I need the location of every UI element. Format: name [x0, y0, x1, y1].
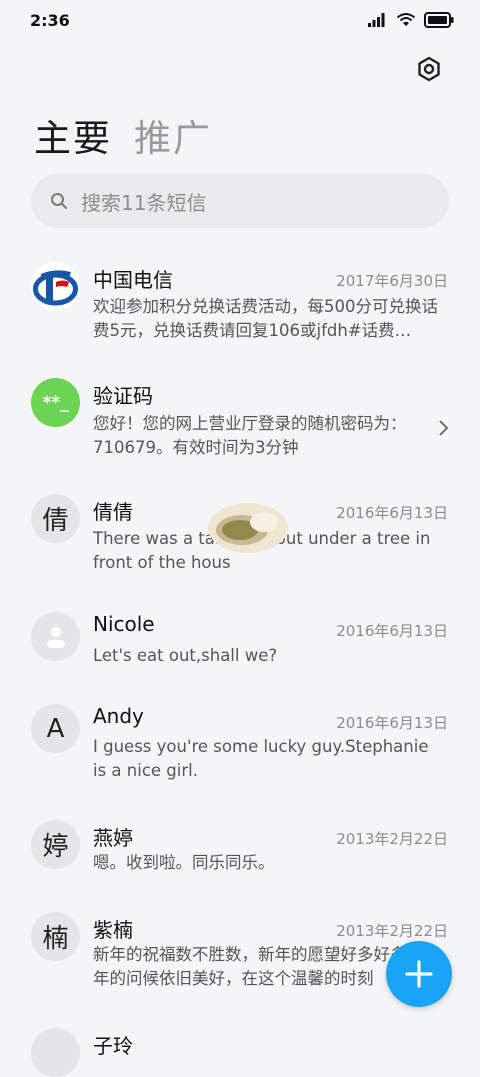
avatar-code-text: **_	[42, 392, 69, 413]
contact-name: 倩倩	[93, 500, 133, 524]
contact-name: 子玲	[93, 1034, 133, 1058]
search-input[interactable]: 搜索11条短信	[31, 174, 449, 228]
avatar-initial: A	[46, 713, 65, 744]
message-date: 2013年2月22日	[336, 830, 448, 848]
status-bar: 2:36	[0, 0, 480, 42]
avatar	[31, 1028, 80, 1077]
compose-button[interactable]	[386, 941, 452, 1007]
plus-icon	[405, 960, 433, 988]
tab-bar: 主要 推广	[34, 108, 212, 162]
conversation-item[interactable]: 婷 燕婷 2013年2月22日 嗯。收到啦。同乐同乐。	[0, 806, 480, 898]
contact-name: 验证码	[93, 384, 153, 408]
message-preview: I guess you're some lucky guy.Stephanie …	[93, 737, 429, 780]
conversation-list: 中国电信 2017年6月30日 欢迎参加积分兑换话费活动，每500分可兑换话费5…	[0, 248, 480, 1077]
pistachio-image	[208, 503, 288, 553]
message-date: 2016年6月13日	[336, 504, 448, 522]
avatar: 楠	[31, 912, 80, 961]
message-date: 2016年6月13日	[336, 622, 448, 640]
search-icon	[51, 193, 67, 209]
avatar: A	[31, 704, 80, 753]
message-preview: Let's eat out,shall we?	[93, 646, 278, 665]
avatar-initial: 婷	[42, 832, 69, 862]
tab-primary[interactable]: 主要	[34, 108, 112, 162]
avatar: 婷	[31, 820, 80, 869]
chevron-right-icon[interactable]	[436, 419, 450, 437]
contact-name: 紫楠	[93, 918, 133, 942]
status-time: 2:36	[30, 11, 70, 30]
battery-icon	[424, 12, 454, 28]
message-preview: 欢迎参加积分兑换话费活动，每500分可兑换话费5元，兑换话费请回复106或jfd…	[93, 297, 438, 340]
contact-name: Nicole	[93, 612, 155, 636]
conversation-item[interactable]: 子玲	[0, 1014, 480, 1077]
message-date: 2016年6月13日	[336, 714, 448, 732]
conversation-item[interactable]: Nicole 2016年6月13日 Let's eat out,shall we…	[0, 598, 480, 690]
message-date: 2013年2月22日	[336, 922, 448, 940]
avatar	[31, 262, 80, 311]
china-telecom-logo	[31, 262, 80, 311]
contact-name: 中国电信	[93, 268, 173, 292]
message-date: 2017年6月30日	[336, 272, 448, 290]
signal-icon	[368, 13, 385, 27]
avatar	[31, 612, 80, 661]
conversation-item[interactable]: 中国电信 2017年6月30日 欢迎参加积分兑换话费活动，每500分可兑换话费5…	[0, 248, 480, 364]
contact-name: Andy	[93, 704, 144, 728]
status-icons	[368, 12, 454, 28]
avatar-initial: 楠	[42, 924, 69, 954]
settings-button[interactable]	[416, 56, 442, 82]
avatar-initial: 倩	[42, 506, 69, 536]
avatar: 倩	[31, 494, 80, 543]
gear-icon	[418, 56, 440, 82]
wifi-icon	[396, 13, 416, 26]
tab-promotions[interactable]: 推广	[134, 108, 212, 162]
contact-name: 燕婷	[93, 826, 133, 850]
conversation-item[interactable]: A Andy 2016年6月13日 I guess you're some lu…	[0, 690, 480, 806]
message-preview: 您好！您的网上营业厅登录的随机密码为：710679。有效时间为3分钟	[93, 414, 407, 457]
message-preview: 嗯。收到啦。同乐同乐。	[93, 853, 275, 872]
avatar: **_	[31, 378, 80, 427]
conversation-item[interactable]: **_ 验证码 您好！您的网上营业厅登录的随机密码为：710679。有效时间为3…	[0, 364, 480, 480]
search-placeholder: 搜索11条短信	[81, 190, 207, 215]
person-icon	[46, 626, 65, 648]
